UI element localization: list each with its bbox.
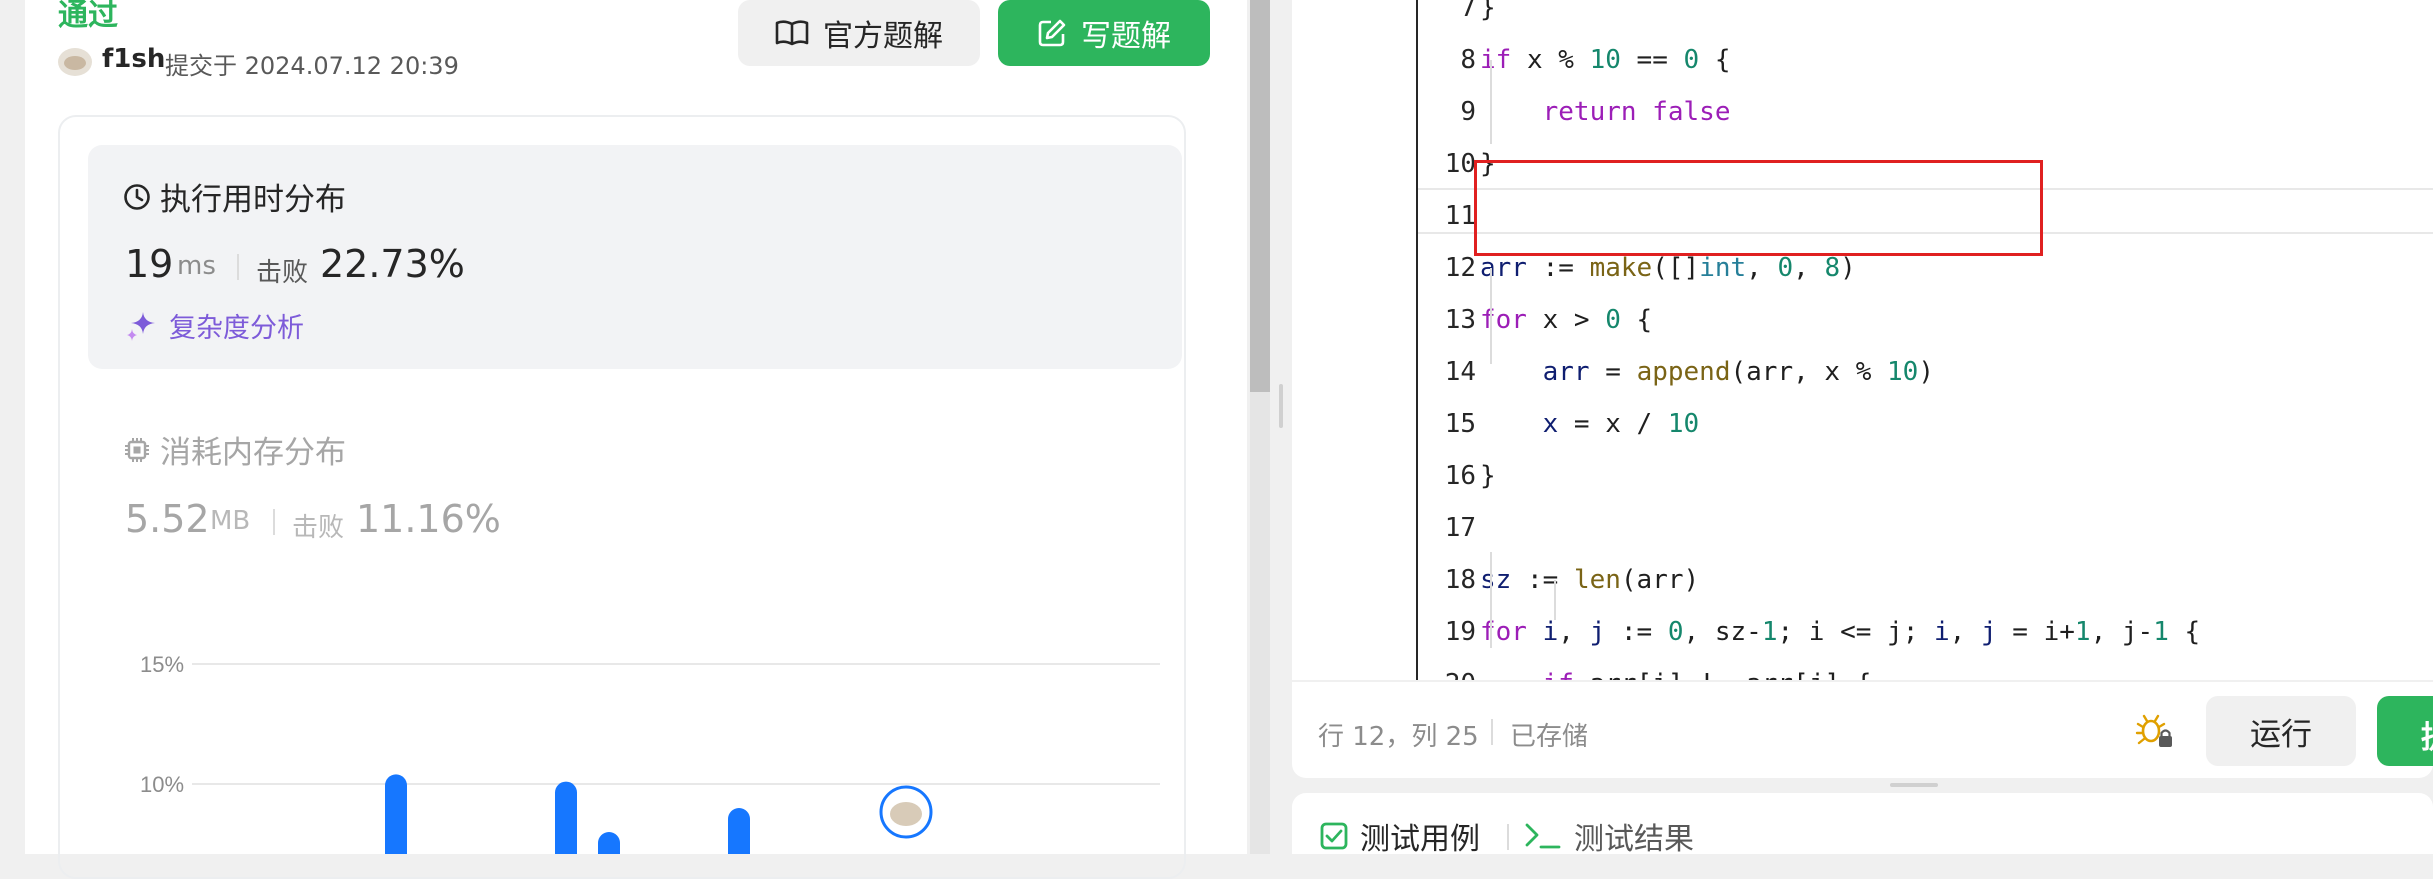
y-tick-label: 10%: [140, 772, 184, 797]
code-line[interactable]: }: [1480, 461, 1496, 491]
save-status: 已存储: [1510, 722, 1589, 752]
chip-icon: [125, 437, 149, 462]
splitter-handle[interactable]: [1279, 384, 1283, 428]
checkbox-icon: [1320, 822, 1348, 850]
avatar[interactable]: [58, 48, 92, 76]
line-number: 15: [1444, 409, 1476, 439]
memory-value: 5.52: [125, 497, 210, 541]
indent-guide: [1490, 268, 1492, 364]
clock-icon: [124, 183, 150, 210]
runtime-beat-percent: 22.73%: [320, 242, 465, 286]
debug-bug-icon[interactable]: [2135, 712, 2175, 752]
runtime-unit: ms: [177, 251, 216, 281]
terminal-icon: [1525, 823, 1561, 849]
line-number: 8: [1460, 45, 1476, 75]
submit-label: 提: [2421, 712, 2433, 757]
runtime-beat-label: 击败: [256, 258, 309, 288]
code-line[interactable]: if arr[i] != arr[j] {: [1480, 669, 1872, 680]
book-icon: [775, 20, 809, 46]
code-line[interactable]: x = x / 10: [1480, 409, 1700, 439]
code-line[interactable]: sz := len(arr): [1480, 565, 1699, 595]
memory-unit: MB: [210, 506, 251, 536]
edit-icon: [1038, 19, 1066, 47]
chart-bar[interactable]: [555, 781, 577, 854]
panel-resize-handle[interactable]: [1890, 783, 1938, 787]
line-number: 12: [1444, 253, 1476, 283]
line-number: 13: [1444, 305, 1476, 335]
code-line[interactable]: return false: [1480, 97, 1731, 127]
line-number: 19: [1444, 617, 1476, 647]
memory-beat-label: 击败: [292, 513, 345, 543]
indent-guide: [1490, 60, 1492, 144]
code-area[interactable]: 7} 8 if x % 10 == 0 {9 return false 10} 11 12…: [1292, 0, 2433, 680]
runtime-value: 19: [125, 242, 174, 286]
tab-test-results-label: 测试结果: [1574, 822, 1694, 857]
line-number: 9: [1460, 97, 1476, 127]
write-solution-button[interactable]: 写题解: [998, 0, 1210, 66]
gutter-border: [1416, 0, 1418, 680]
code-line[interactable]: if x % 10 == 0 {: [1480, 45, 1731, 75]
divider: [1292, 680, 2433, 682]
complexity-analysis-link[interactable]: 复杂度分析: [125, 306, 304, 345]
chart-bar[interactable]: [598, 832, 620, 854]
official-solution-label: 官方题解: [823, 19, 943, 54]
runtime-heading: 执行用时分布: [122, 174, 346, 219]
submitted-at: 提交于 2024.07.12 20:39: [165, 52, 459, 80]
line-number: 20: [1292, 669, 1476, 680]
code-line[interactable]: for i, j := 0, sz-1; i <= j; i, j = i+1,…: [1480, 617, 2200, 647]
line-number: 16: [1444, 461, 1476, 491]
submit-button[interactable]: 提: [2377, 696, 2433, 766]
line-number: 7: [1460, 0, 1476, 23]
tab-test-cases-label: 测试用例: [1360, 822, 1480, 857]
code-line[interactable]: for x > 0 {: [1480, 305, 1652, 335]
divider: [273, 509, 275, 535]
sparkle-icon: [127, 311, 155, 341]
line-number: 17: [1444, 513, 1476, 543]
tab-test-results[interactable]: 测试结果: [1524, 814, 1694, 858]
avatar-image: [890, 802, 922, 826]
line-number: 11: [1444, 201, 1476, 231]
y-tick-label: 15%: [140, 652, 184, 677]
memory-beat-percent: 11.16%: [356, 497, 501, 541]
runtime-heading-label: 执行用时分布: [160, 182, 346, 218]
indent-guide: [1490, 552, 1492, 648]
divider: [1507, 824, 1509, 850]
chart-bar[interactable]: [728, 808, 750, 854]
annotation-box: [1474, 160, 2043, 256]
line-number: 14: [1444, 357, 1476, 387]
complexity-analysis-label: 复杂度分析: [169, 313, 304, 344]
memory-heading-label: 消耗内存分布: [160, 435, 346, 471]
tab-test-cases[interactable]: 测试用例: [1320, 814, 1480, 858]
divider: [237, 254, 239, 280]
write-solution-label: 写题解: [1081, 19, 1171, 54]
run-button[interactable]: 运行: [2206, 696, 2356, 766]
cursor-position: 行 12，列 25: [1318, 722, 1479, 752]
code-line[interactable]: arr := make([]int, 0, 8): [1480, 253, 1856, 283]
scrollbar-thumb[interactable]: [1250, 0, 1270, 392]
status-accepted: 通过: [58, 0, 118, 33]
code-line[interactable]: }: [1480, 0, 1496, 23]
code-line[interactable]: arr = append(arr, x % 10): [1480, 357, 1934, 387]
indent-guide: [1554, 580, 1556, 620]
chart-bar[interactable]: [385, 774, 407, 854]
memory-heading[interactable]: 消耗内存分布: [122, 427, 346, 472]
official-solution-button[interactable]: 官方题解: [738, 0, 980, 66]
runtime-distribution-chart[interactable]: 15% 10%: [100, 640, 1170, 854]
divider: [1491, 719, 1493, 745]
line-number: 18: [1444, 565, 1476, 595]
user-name[interactable]: f1sh: [102, 44, 165, 74]
line-number: 10: [1444, 149, 1476, 179]
